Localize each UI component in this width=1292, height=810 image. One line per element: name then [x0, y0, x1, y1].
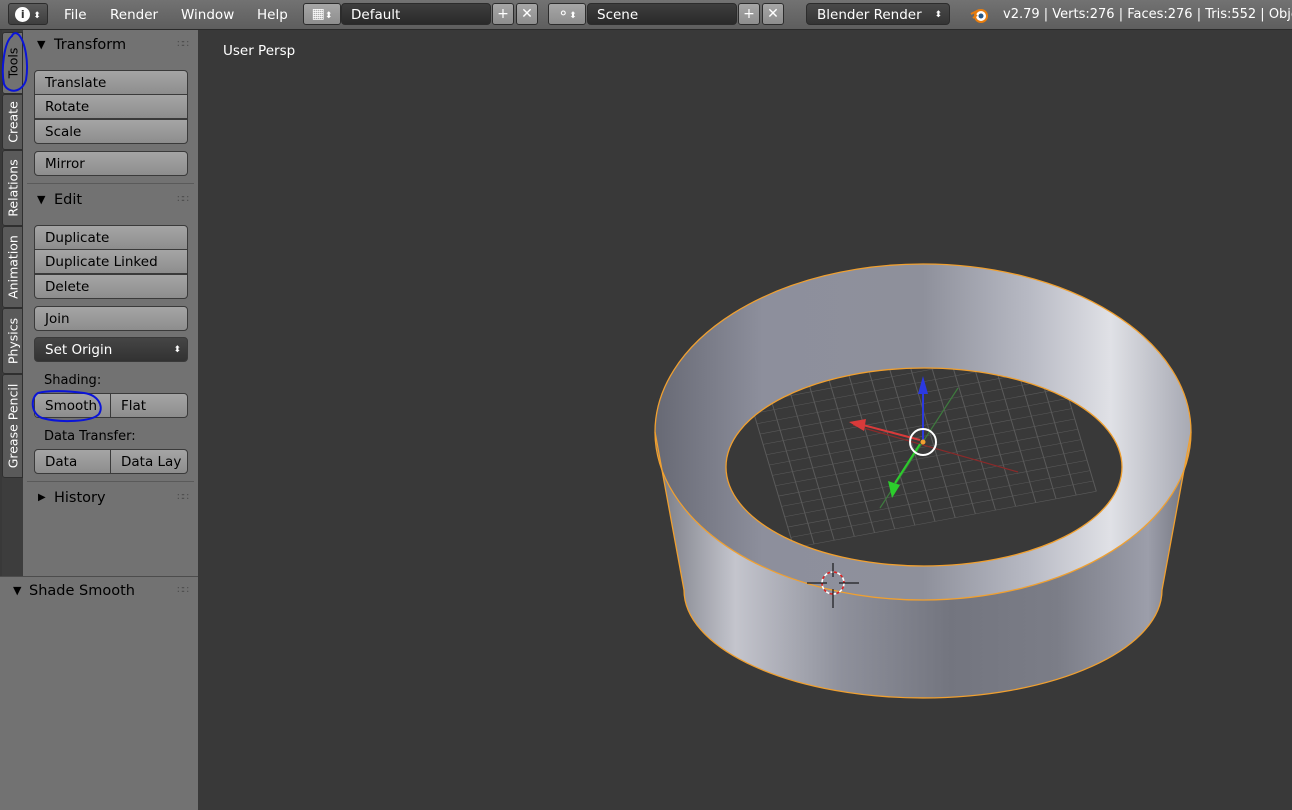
mirror-button[interactable]: Mirror	[34, 151, 188, 176]
tab-create-label: Create	[5, 101, 20, 143]
edit-panel-title: Edit	[54, 192, 83, 208]
blender-logo-icon	[970, 9, 988, 23]
updown-arrows-icon: ⬍	[569, 11, 577, 21]
screen-layout-field[interactable]: Default	[341, 3, 491, 25]
remove-layout-icon[interactable]: ✕	[516, 3, 538, 25]
history-panel-title: History	[54, 490, 106, 506]
shade-smooth-panel-title: Shade Smooth	[29, 583, 135, 599]
drag-handle-icon[interactable]: ∷∷	[177, 187, 189, 213]
menu-file[interactable]: File	[64, 0, 87, 30]
shading-label: Shading:	[44, 373, 102, 388]
join-button[interactable]: Join	[34, 306, 188, 331]
render-engine-dropdown[interactable]: Blender Render ⬍	[806, 3, 950, 25]
scene-field[interactable]: Scene	[587, 3, 737, 25]
duplicate-button[interactable]: Duplicate	[34, 225, 188, 250]
viewport-canvas[interactable]	[198, 30, 1292, 810]
menu-help[interactable]: Help	[257, 0, 288, 30]
updown-arrows-icon: ⬍	[33, 11, 41, 21]
translate-button[interactable]: Translate	[34, 70, 188, 95]
history-panel-header[interactable]: ▶ History ∷∷	[23, 485, 198, 511]
add-scene-icon[interactable]: +	[738, 3, 760, 25]
drag-handle-icon[interactable]: ∷∷	[177, 578, 189, 604]
drag-handle-icon[interactable]: ∷∷	[177, 485, 189, 511]
add-layout-icon[interactable]: +	[492, 3, 514, 25]
collapse-triangle-icon: ▼	[37, 193, 46, 206]
tab-relations-label: Relations	[5, 159, 20, 217]
tab-grease-pencil-label: Grease Pencil	[5, 383, 20, 469]
render-engine-label: Blender Render	[817, 7, 922, 23]
set-origin-label: Set Origin	[45, 342, 113, 358]
info-icon: i	[15, 6, 31, 22]
updown-arrows-icon: ⬍	[324, 11, 333, 21]
shade-smooth-button[interactable]: Smooth	[34, 393, 111, 418]
delete-button[interactable]: Delete	[34, 274, 188, 299]
tab-grease-pencil[interactable]: Grease Pencil	[2, 374, 23, 478]
data-layout-button[interactable]: Data Lay	[110, 449, 188, 474]
tool-shelf: ▼ Transform ∷∷ Translate Rotate Scale Mi…	[23, 30, 198, 576]
editor-type-button[interactable]: i ⬍	[8, 3, 48, 25]
remove-scene-icon[interactable]: ✕	[762, 3, 784, 25]
expand-triangle-icon: ▶	[38, 492, 46, 503]
collapse-triangle-icon: ▼	[37, 38, 46, 51]
tab-tools[interactable]: Tools	[2, 32, 23, 94]
scene-statistics: v2.79 | Verts:276 | Faces:276 | Tris:552…	[1003, 7, 1292, 22]
edit-panel-header[interactable]: ▼ Edit ∷∷	[23, 187, 198, 213]
scene-browse-button[interactable]: ⚬⬍	[548, 3, 586, 25]
duplicate-linked-button[interactable]: Duplicate Linked	[34, 249, 188, 274]
menu-render[interactable]: Render	[110, 0, 158, 30]
tool-shelf-tabs: Tools Create Relations Animation Physics…	[2, 30, 23, 576]
operator-panel: ▼ Shade Smooth ∷∷	[0, 576, 198, 810]
data-transfer-label: Data Transfer:	[44, 429, 136, 444]
panel-divider	[27, 481, 194, 482]
scale-button[interactable]: Scale	[34, 119, 188, 144]
updown-arrows-icon: ⬍	[934, 10, 942, 20]
scene-icon: ⚬	[557, 6, 570, 22]
updown-arrows-icon: ⬍	[173, 345, 181, 355]
panel-divider	[27, 183, 194, 184]
shade-flat-button[interactable]: Flat	[110, 393, 188, 418]
info-header: i ⬍ File Render Window Help ▦⬍ Default + …	[0, 0, 1292, 30]
tab-tools-label: Tools	[5, 47, 20, 79]
collapse-triangle-icon: ▼	[13, 584, 22, 597]
data-transfer-button[interactable]: Data	[34, 449, 111, 474]
drag-handle-icon[interactable]: ∷∷	[177, 32, 189, 58]
rotate-button[interactable]: Rotate	[34, 94, 188, 119]
set-origin-dropdown[interactable]: Set Origin ⬍	[34, 337, 188, 362]
screen-layout-browse-button[interactable]: ▦⬍	[303, 3, 341, 25]
tab-animation-label: Animation	[5, 235, 20, 299]
3d-viewport[interactable]: User Persp	[198, 30, 1292, 810]
transform-panel-header[interactable]: ▼ Transform ∷∷	[23, 32, 198, 58]
tab-create[interactable]: Create	[2, 94, 23, 150]
transform-panel-title: Transform	[54, 37, 127, 53]
shade-smooth-panel-header[interactable]: ▼ Shade Smooth ∷∷	[0, 578, 198, 604]
tab-physics-label: Physics	[5, 317, 20, 365]
tab-physics[interactable]: Physics	[2, 308, 23, 374]
layout-grid-icon: ▦	[311, 6, 325, 22]
tab-relations[interactable]: Relations	[2, 150, 23, 226]
menu-window[interactable]: Window	[181, 0, 234, 30]
tab-animation[interactable]: Animation	[2, 226, 23, 308]
